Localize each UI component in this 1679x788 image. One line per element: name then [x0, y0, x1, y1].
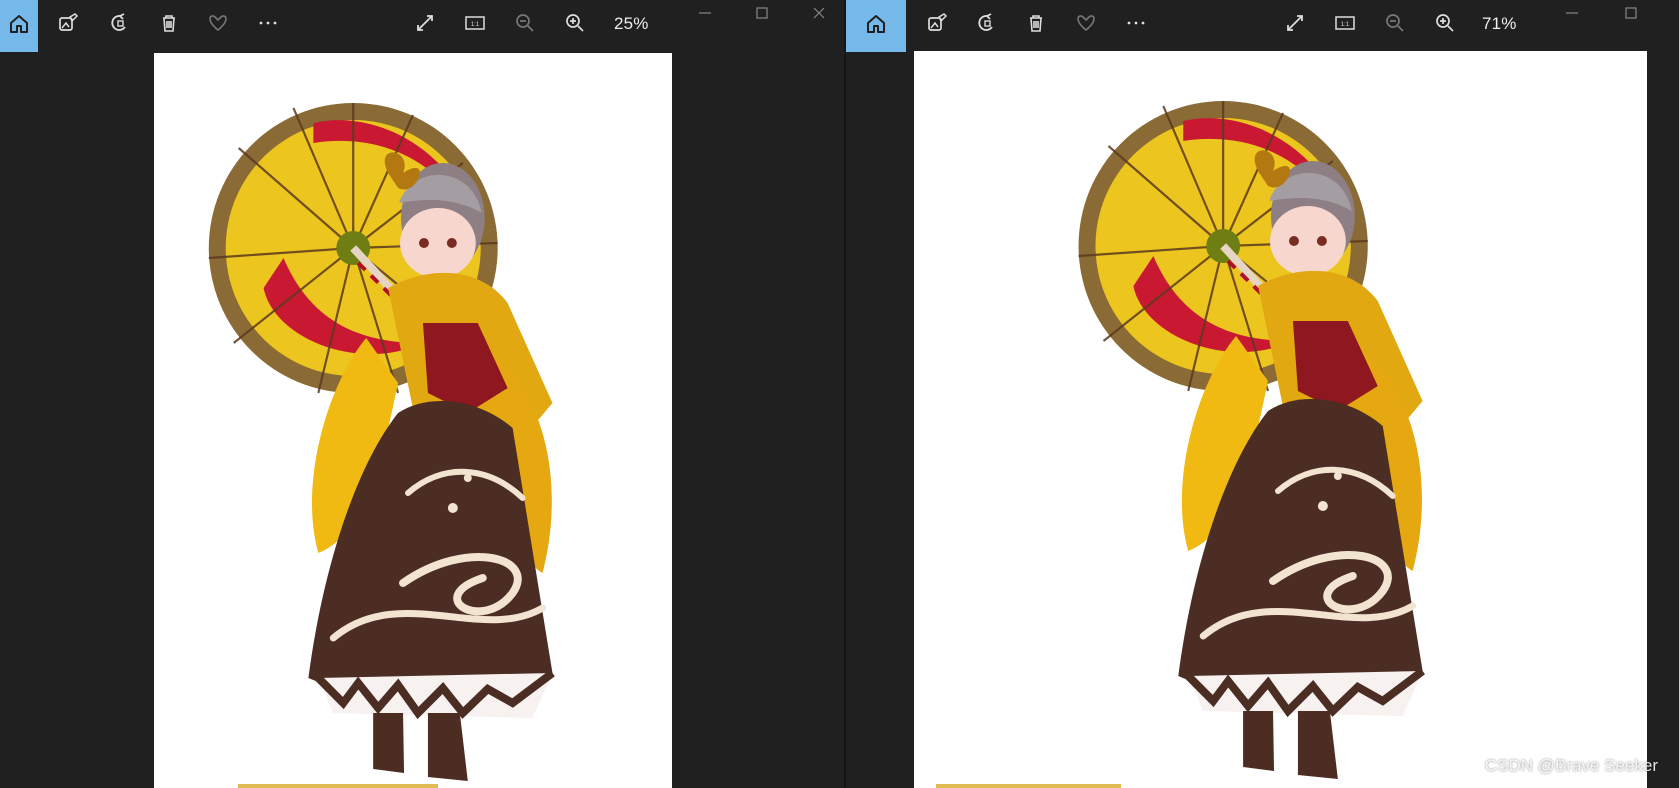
left-photo-canvas[interactable] — [154, 53, 672, 788]
actual-size-icon: 1:1 — [465, 13, 485, 38]
right-zoom-level: 71% — [1482, 14, 1517, 33]
right-favorite-button[interactable] — [1073, 12, 1099, 38]
right-more-button[interactable] — [1123, 12, 1149, 38]
left-anime-illustration — [154, 53, 672, 788]
expand-icon — [415, 13, 435, 38]
csdn-watermark: CSDN @Brave Seeker — [1484, 756, 1658, 775]
left-photo-viewer: 1:1 25% — [0, 0, 844, 788]
actual-size-label: 1:1 — [1341, 22, 1350, 28]
right-toolbar: 1:1 71% — [846, 0, 1679, 52]
left-rotate-button[interactable] — [107, 12, 133, 38]
left-zoom-out-button[interactable] — [512, 12, 538, 38]
right-maximize-button[interactable] — [1620, 4, 1642, 26]
minimize-icon — [1565, 6, 1579, 25]
actual-size-label: 1:1 — [471, 22, 480, 28]
maximize-icon — [755, 6, 769, 25]
delete-icon — [159, 13, 179, 38]
zoom-in-icon — [565, 13, 585, 38]
delete-icon — [1026, 13, 1046, 38]
right-minimize-button[interactable] — [1561, 4, 1583, 26]
right-zoom-in-button[interactable] — [1432, 12, 1458, 38]
maximize-icon — [1624, 6, 1638, 25]
left-home-button[interactable] — [0, 0, 38, 52]
right-actual-size-button[interactable]: 1:1 — [1332, 12, 1358, 38]
expand-icon — [1285, 13, 1305, 38]
home-icon — [9, 14, 29, 39]
right-photo-canvas[interactable] — [914, 51, 1647, 788]
right-zoom-out-button[interactable] — [1382, 12, 1408, 38]
right-rotate-button[interactable] — [974, 12, 1000, 38]
zoom-out-icon — [1385, 13, 1405, 38]
right-anime-illustration — [914, 51, 1647, 788]
left-next-image-preview — [238, 784, 438, 788]
right-photo-viewer: 1:1 71% CSDN @Brave Seeker — [846, 0, 1679, 788]
right-next-image-preview — [936, 784, 1121, 788]
photo-comparison-screen: 1:1 25% 1:1 71% CSDN @Brave Seeker — [0, 0, 1679, 788]
left-close-button[interactable] — [808, 4, 830, 26]
edit-image-icon — [58, 12, 79, 38]
right-home-button[interactable] — [846, 0, 906, 52]
rotate-icon — [110, 12, 130, 38]
left-favorite-button[interactable] — [205, 12, 231, 38]
left-edit-image-button[interactable] — [55, 12, 81, 38]
heart-icon — [208, 13, 228, 38]
left-fullscreen-button[interactable] — [412, 12, 438, 38]
heart-icon — [1076, 13, 1096, 38]
right-edit-image-button[interactable] — [924, 12, 950, 38]
home-icon — [866, 14, 886, 39]
more-icon — [258, 13, 278, 38]
left-zoom-level: 25% — [614, 14, 649, 33]
left-zoom-in-button[interactable] — [562, 12, 588, 38]
right-fullscreen-button[interactable] — [1282, 12, 1308, 38]
right-delete-button[interactable] — [1023, 12, 1049, 38]
actual-size-icon: 1:1 — [1335, 13, 1355, 38]
zoom-in-icon — [1435, 13, 1455, 38]
close-icon — [812, 6, 826, 25]
left-delete-button[interactable] — [156, 12, 182, 38]
edit-image-icon — [927, 12, 948, 38]
more-icon — [1126, 13, 1146, 38]
left-minimize-button[interactable] — [694, 4, 716, 26]
minimize-icon — [698, 6, 712, 25]
zoom-out-icon — [515, 13, 535, 38]
left-maximize-button[interactable] — [751, 4, 773, 26]
left-actual-size-button[interactable]: 1:1 — [462, 12, 488, 38]
rotate-icon — [977, 12, 997, 38]
left-more-button[interactable] — [255, 12, 281, 38]
left-toolbar: 1:1 25% — [0, 0, 844, 52]
